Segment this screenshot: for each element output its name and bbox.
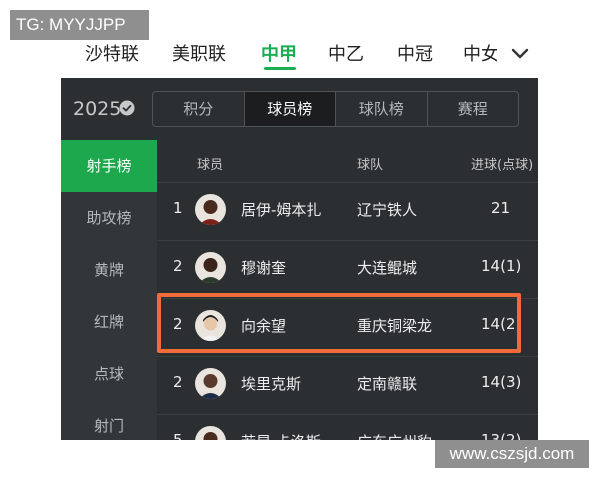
column-header-goals: 进球(点球) <box>471 158 534 173</box>
team-name[interactable]: 大连鲲城 <box>357 257 417 278</box>
team-name[interactable]: 辽宁铁人 <box>357 199 417 220</box>
table-row[interactable]: 5 若昂·卡洛斯 广东广州豹 13(2) <box>157 414 538 440</box>
watermark-top-left: TG: MYYJJPP <box>10 10 149 40</box>
tab-league-china-l1[interactable]: 中甲 <box>261 40 297 66</box>
goals-value: 21 <box>491 199 511 217</box>
player-avatar <box>195 426 226 440</box>
column-header-player: 球员 <box>197 158 224 173</box>
segment-schedule[interactable]: 赛程 <box>428 92 519 126</box>
season-selected-check-icon[interactable] <box>119 100 135 116</box>
player-name[interactable]: 穆谢奎 <box>241 257 286 278</box>
rank: 2 <box>173 373 183 391</box>
sidebar-item-top-scorers[interactable]: 射手榜 <box>61 140 157 192</box>
sidebar-item-assists[interactable]: 助攻榜 <box>61 192 157 244</box>
player-avatar <box>195 368 226 399</box>
segment-player-rankings[interactable]: 球员榜 <box>244 92 336 126</box>
segment-standings[interactable]: 积分 <box>153 92 245 126</box>
tab-league-women[interactable]: 中女 <box>463 40 497 66</box>
column-header-team: 球队 <box>357 158 384 173</box>
sidebar-item-yellow-cards[interactable]: 黄牌 <box>61 244 157 296</box>
tab-league-china-champions[interactable]: 中冠 <box>397 40 433 66</box>
table-row[interactable]: 2 埃里克斯 定南赣联 14(3) <box>157 356 538 411</box>
rank: 5 <box>173 431 183 440</box>
category-segmented-control: 积分 球员榜 球队榜 赛程 <box>152 91 519 127</box>
player-name[interactable]: 若昂·卡洛斯 <box>241 431 321 440</box>
rank: 2 <box>173 257 183 275</box>
table-row[interactable]: 1 居伊-姆本扎 辽宁铁人 21 <box>157 182 538 237</box>
highlight-annotation-box <box>157 293 521 353</box>
sidebar-item-red-cards[interactable]: 红牌 <box>61 296 157 348</box>
goals-value: 14(3) <box>481 373 522 391</box>
segment-team-rankings[interactable]: 球队榜 <box>336 92 428 126</box>
tab-league-saudi[interactable]: 沙特联 <box>85 40 139 66</box>
stat-sidebar: 射手榜 助攻榜 黄牌 红牌 点球 射门 <box>61 140 157 440</box>
team-name[interactable]: 定南赣联 <box>357 373 417 394</box>
tab-league-mls[interactable]: 美职联 <box>172 40 226 66</box>
player-name[interactable]: 居伊-姆本扎 <box>241 199 321 220</box>
player-avatar <box>195 194 226 225</box>
active-tab-underline <box>264 67 296 70</box>
standings-panel: 2025 积分 球员榜 球队榜 赛程 射手榜 助攻榜 黄牌 红牌 点球 射门 球… <box>61 78 538 440</box>
season-year[interactable]: 2025 <box>73 98 121 120</box>
sidebar-item-shots[interactable]: 射门 <box>61 400 157 440</box>
rank: 1 <box>173 199 183 217</box>
tab-league-china-l2[interactable]: 中乙 <box>328 40 364 66</box>
table-row[interactable]: 2 穆谢奎 大连鲲城 14(1) <box>157 240 538 295</box>
team-name[interactable]: 广东广州豹 <box>357 431 432 440</box>
chevron-down-icon[interactable] <box>508 42 532 66</box>
sidebar-item-penalties[interactable]: 点球 <box>61 348 157 400</box>
player-name[interactable]: 埃里克斯 <box>241 373 301 394</box>
goals-value: 14(1) <box>481 257 522 275</box>
watermark-bottom-right: www.cszsjd.com <box>435 440 589 468</box>
scorers-table: 球员 球队 进球(点球) 1 居伊-姆本扎 辽宁铁人 21 2 穆谢奎 大连鲲城… <box>157 140 538 440</box>
goals-value: 13(2) <box>481 431 522 440</box>
player-avatar <box>195 252 226 283</box>
